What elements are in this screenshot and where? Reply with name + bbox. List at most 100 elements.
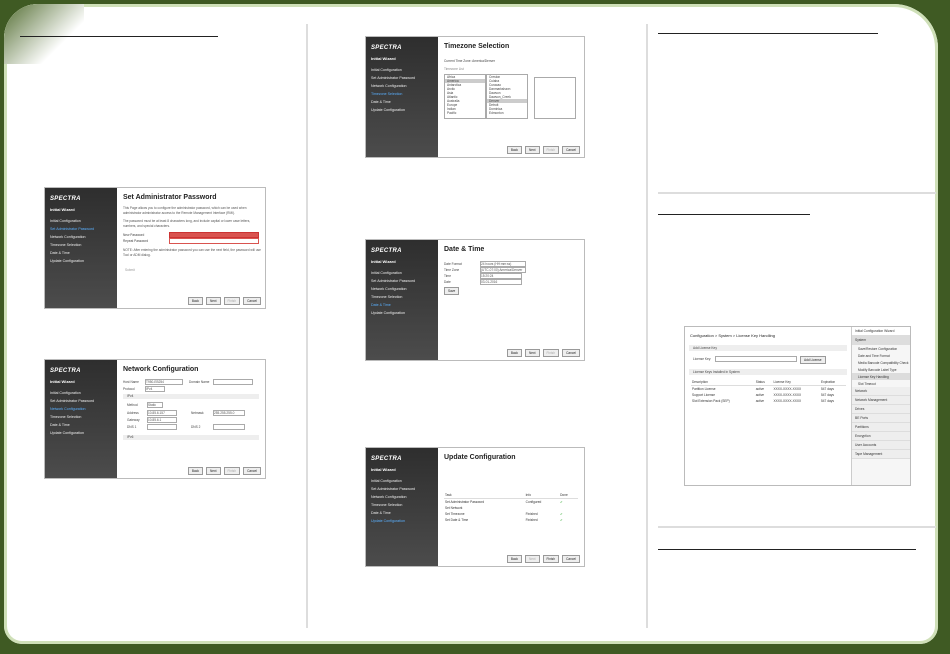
- nav-item[interactable]: Partitions: [852, 423, 910, 432]
- wizard-step[interactable]: Network Configuration: [371, 84, 436, 88]
- screenshot-timezone-selection: SPECTRA Initial Wizard Initial Configura…: [365, 36, 585, 158]
- address-input[interactable]: 10.85.6.157: [147, 410, 177, 416]
- gateway-input[interactable]: 10.85.6.1: [147, 417, 177, 423]
- ipv4-section-header[interactable]: IPv4: [123, 394, 259, 399]
- finish-button[interactable]: Finish: [223, 467, 241, 475]
- wizard-step[interactable]: Set Administrator Password: [371, 279, 436, 283]
- nav-item[interactable]: Initial Configuration Wizard: [852, 327, 910, 336]
- license-key-input[interactable]: [715, 356, 797, 362]
- cancel-button[interactable]: Cancel: [562, 555, 580, 563]
- wizard-step[interactable]: Timezone Selection: [50, 243, 115, 247]
- host-name-input[interactable]: T950-EB254: [145, 379, 183, 385]
- wizard-step[interactable]: Initial Configuration: [50, 219, 115, 223]
- list-item[interactable]: Edmonton: [487, 111, 527, 115]
- list-item[interactable]: Pacific: [445, 111, 485, 115]
- back-button[interactable]: Back: [506, 146, 522, 154]
- wizard-step-active[interactable]: Timezone Selection: [371, 92, 436, 96]
- next-button[interactable]: Next: [524, 555, 540, 563]
- wizard-step-active[interactable]: Update Configuration: [371, 519, 436, 523]
- nav-subitem-selected[interactable]: License Key Handling: [852, 373, 910, 380]
- city-list[interactable]: Creston Cuiaba Curacao Danmarkshavn Daws…: [486, 74, 528, 119]
- nav-item[interactable]: BE Ports: [852, 414, 910, 423]
- timezone-list-label: Timezone List: [444, 67, 464, 71]
- add-license-button[interactable]: Add License: [800, 356, 826, 364]
- wizard-title: Initial Wizard: [371, 259, 396, 264]
- finish-button[interactable]: Finish: [223, 297, 241, 305]
- nav-subitem[interactable]: Slot Timeout: [852, 380, 910, 387]
- dns2-input[interactable]: [213, 424, 245, 430]
- nav-item[interactable]: User Accounts: [852, 441, 910, 450]
- screenshot-update-configuration: SPECTRA Initial Wizard Initial Configura…: [365, 447, 585, 567]
- installed-licenses-section-header[interactable]: License Keys Installed in System: [689, 369, 847, 375]
- section-divider: [658, 526, 936, 528]
- wizard-step[interactable]: Timezone Selection: [50, 415, 115, 419]
- wizard-step[interactable]: Timezone Selection: [371, 503, 436, 507]
- date-format-label: Date Format: [444, 262, 462, 266]
- back-button[interactable]: Back: [506, 555, 522, 563]
- wizard-step[interactable]: Set Administrator Password: [371, 487, 436, 491]
- wizard-step[interactable]: Date & Time: [50, 251, 115, 255]
- region-list[interactable]: Africa America Antarctica Arctic Asia At…: [444, 74, 486, 119]
- date-input[interactable]: 03-01-2016: [480, 279, 522, 285]
- wizard-step[interactable]: Network Configuration: [50, 235, 115, 239]
- nav-item[interactable]: Drives: [852, 405, 910, 414]
- next-button[interactable]: Next: [524, 349, 540, 357]
- wizard-step-active[interactable]: Date & Time: [371, 303, 436, 307]
- submit-link[interactable]: Submit: [125, 268, 135, 272]
- nav-item[interactable]: Tape Management: [852, 450, 910, 459]
- wizard-step[interactable]: Initial Configuration: [371, 479, 436, 483]
- nav-subitem[interactable]: Date and Time Format: [852, 352, 910, 359]
- nav-subitem[interactable]: Save/Restore Configuration: [852, 345, 910, 352]
- wizard-step-active[interactable]: Set Administrator Password: [50, 227, 115, 231]
- wizard-sidebar: SPECTRA Initial Wizard Initial Configura…: [366, 448, 438, 566]
- wizard-step[interactable]: Set Administrator Password: [371, 76, 436, 80]
- domain-name-input[interactable]: [213, 379, 253, 385]
- cancel-button[interactable]: Cancel: [243, 467, 261, 475]
- wizard-step[interactable]: Initial Configuration: [50, 391, 115, 395]
- wizard-step[interactable]: Set Administrator Password: [50, 399, 115, 403]
- method-label: Method: [127, 403, 138, 407]
- ipv6-section-header[interactable]: IPv6: [123, 435, 259, 440]
- wizard-step[interactable]: Initial Configuration: [371, 271, 436, 275]
- wizard-step[interactable]: Update Configuration: [50, 431, 115, 435]
- wizard-step[interactable]: Update Configuration: [50, 259, 115, 263]
- cancel-button[interactable]: Cancel: [562, 146, 580, 154]
- wizard-step[interactable]: Initial Configuration: [371, 68, 436, 72]
- wizard-step[interactable]: Date & Time: [371, 100, 436, 104]
- wizard-step[interactable]: Network Configuration: [371, 495, 436, 499]
- next-button[interactable]: Next: [524, 146, 540, 154]
- wizard-step[interactable]: Timezone Selection: [371, 295, 436, 299]
- protocol-select[interactable]: IPv4: [145, 386, 165, 392]
- page-title: Timezone Selection: [444, 43, 510, 50]
- add-license-section-header[interactable]: Add License Key: [689, 345, 847, 351]
- save-button[interactable]: Save: [444, 287, 460, 295]
- wizard-step[interactable]: Update Configuration: [371, 108, 436, 112]
- netmask-input[interactable]: 255.255.255.0: [213, 410, 245, 416]
- back-button[interactable]: Back: [506, 349, 522, 357]
- method-select[interactable]: Static: [147, 402, 163, 408]
- wizard-step-active[interactable]: Network Configuration: [50, 407, 115, 411]
- wizard-step[interactable]: Date & Time: [50, 423, 115, 427]
- nav-subitem[interactable]: Modify Barcode Label Type: [852, 366, 910, 373]
- wizard-step[interactable]: Network Configuration: [371, 287, 436, 291]
- nav-item[interactable]: Network: [852, 387, 910, 396]
- note-text: NOTE: After entering the administrator p…: [123, 248, 261, 257]
- wizard-step[interactable]: Update Configuration: [371, 311, 436, 315]
- back-button[interactable]: Back: [187, 467, 203, 475]
- cancel-button[interactable]: Cancel: [562, 349, 580, 357]
- nav-subitem[interactable]: Media Barcode Compatibility Check: [852, 359, 910, 366]
- finish-button[interactable]: Finish: [542, 349, 560, 357]
- wizard-step[interactable]: Date & Time: [371, 511, 436, 515]
- dns1-input[interactable]: [147, 424, 177, 430]
- next-button[interactable]: Next: [205, 297, 221, 305]
- back-button[interactable]: Back: [187, 297, 203, 305]
- finish-button[interactable]: Finish: [542, 146, 560, 154]
- nav-item[interactable]: Encryption: [852, 432, 910, 441]
- spectra-logo: SPECTRA: [371, 456, 402, 462]
- cancel-button[interactable]: Cancel: [243, 297, 261, 305]
- repeat-password-input[interactable]: [169, 238, 259, 244]
- next-button[interactable]: Next: [205, 467, 221, 475]
- nav-item[interactable]: Network Management: [852, 396, 910, 405]
- nav-item-system[interactable]: System: [852, 336, 910, 345]
- finish-button[interactable]: Finish: [542, 555, 560, 563]
